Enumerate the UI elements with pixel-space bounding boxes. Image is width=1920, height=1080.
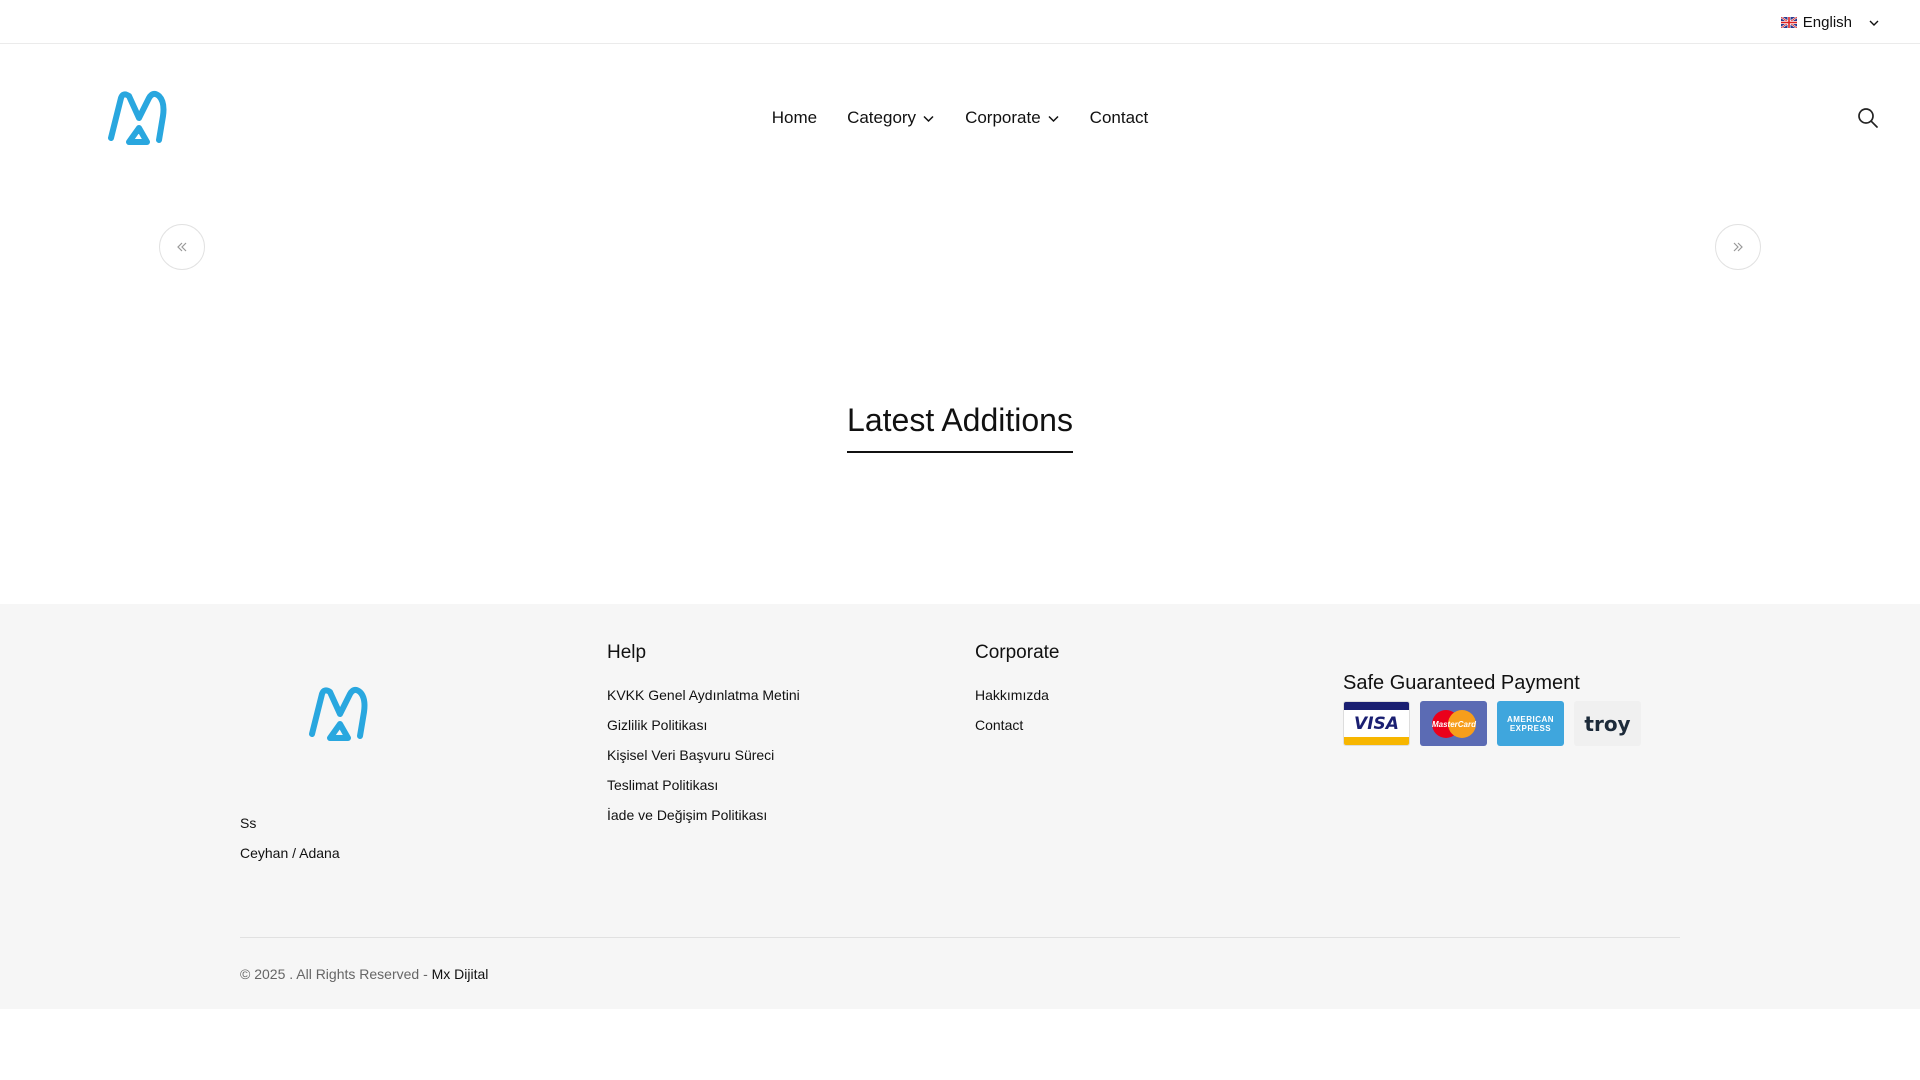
footer-payment-column: Safe Guaranteed Payment VISA MasterCard …: [1343, 672, 1641, 746]
footer-brand-column: Ss Ceyhan / Adana: [240, 642, 560, 876]
troy-label: troy: [1584, 711, 1631, 736]
chevron-down-icon: [1869, 20, 1879, 26]
amex-label-line2: EXPRESS: [1509, 723, 1552, 733]
site-header: Home Category Corporate Contact: [0, 44, 1920, 192]
mastercard-card-icon: MasterCard: [1420, 701, 1487, 746]
nav-home-label: Home: [771, 108, 818, 127]
amex-card-icon: AMERICAN EXPRESS: [1497, 701, 1564, 746]
nav-corporate-label: Corporate: [965, 108, 1041, 127]
nav-contact[interactable]: Contact: [1090, 108, 1149, 128]
footer-link[interactable]: Kişisel Veri Başvuru Süreci: [607, 748, 800, 763]
copyright-link[interactable]: Mx Dijital: [432, 966, 489, 982]
nav-category-label: Category: [847, 108, 917, 127]
slider-prev-button[interactable]: [159, 224, 205, 270]
double-chevron-right-icon: [1733, 242, 1743, 252]
chevron-down-icon: [1048, 115, 1059, 122]
mastercard-logo: MasterCard: [1431, 709, 1477, 738]
footer-link[interactable]: KVKK Genel Aydınlatma Metini: [607, 688, 800, 703]
amex-label: AMERICAN EXPRESS: [1507, 715, 1554, 733]
amex-label-line1: AMERICAN: [1506, 714, 1555, 724]
nav-home[interactable]: Home: [772, 108, 817, 128]
visa-label: VISA: [1354, 713, 1399, 734]
footer-link[interactable]: Hakkımızda: [975, 688, 1060, 703]
nav-corporate[interactable]: Corporate: [965, 108, 1060, 128]
main-nav: Home Category Corporate Contact: [0, 108, 1920, 128]
footer-address: Ss Ceyhan / Adana: [240, 816, 560, 861]
footer-payment-title: Safe Guaranteed Payment: [1343, 672, 1580, 694]
footer-link[interactable]: Contact: [975, 718, 1060, 733]
uk-flag-icon: [1780, 17, 1797, 28]
top-bar: English: [0, 0, 1920, 44]
footer-link[interactable]: Teslimat Politikası: [607, 778, 800, 793]
payment-cards: VISA MasterCard AMERICAN EXPRESS troy: [1343, 701, 1641, 746]
copyright-text: © 2025 . All Rights Reserved -: [240, 966, 432, 982]
nav-contact-label: Contact: [1089, 108, 1149, 127]
nav-category[interactable]: Category: [847, 108, 935, 128]
copyright: © 2025 . All Rights Reserved - Mx Dijita…: [240, 966, 488, 982]
footer-divider: [240, 937, 1680, 938]
language-label: English: [1802, 14, 1852, 31]
troy-card-icon: troy: [1574, 701, 1641, 746]
latest-additions-section: Latest Additions: [0, 402, 1920, 453]
search-icon[interactable]: [1856, 106, 1880, 130]
footer-help-column: Help KVKK Genel Aydınlatma Metini Gizlil…: [607, 642, 800, 838]
footer-corporate-title: Corporate: [975, 642, 1060, 663]
section-title: Latest Additions: [847, 402, 1073, 453]
slider-next-button[interactable]: [1715, 224, 1761, 270]
footer-link[interactable]: Gizlilik Politikası: [607, 718, 800, 733]
address-line: Ceyhan / Adana: [240, 845, 340, 861]
chevron-down-icon: [923, 115, 934, 122]
double-chevron-left-icon: [177, 242, 187, 252]
mastercard-label: MasterCard: [1431, 720, 1476, 729]
footer-help-title: Help: [607, 642, 647, 663]
footer-corporate-column: Corporate Hakkımızda Contact: [975, 642, 1060, 748]
language-selector[interactable]: English: [1780, 14, 1880, 31]
address-line: Ss: [240, 815, 257, 831]
footer-logo[interactable]: [304, 684, 374, 744]
visa-card-icon: VISA: [1343, 701, 1410, 746]
footer-link[interactable]: İade ve Değişim Politikası: [607, 808, 800, 823]
site-footer: Ss Ceyhan / Adana Help KVKK Genel Aydınl…: [0, 604, 1920, 1009]
